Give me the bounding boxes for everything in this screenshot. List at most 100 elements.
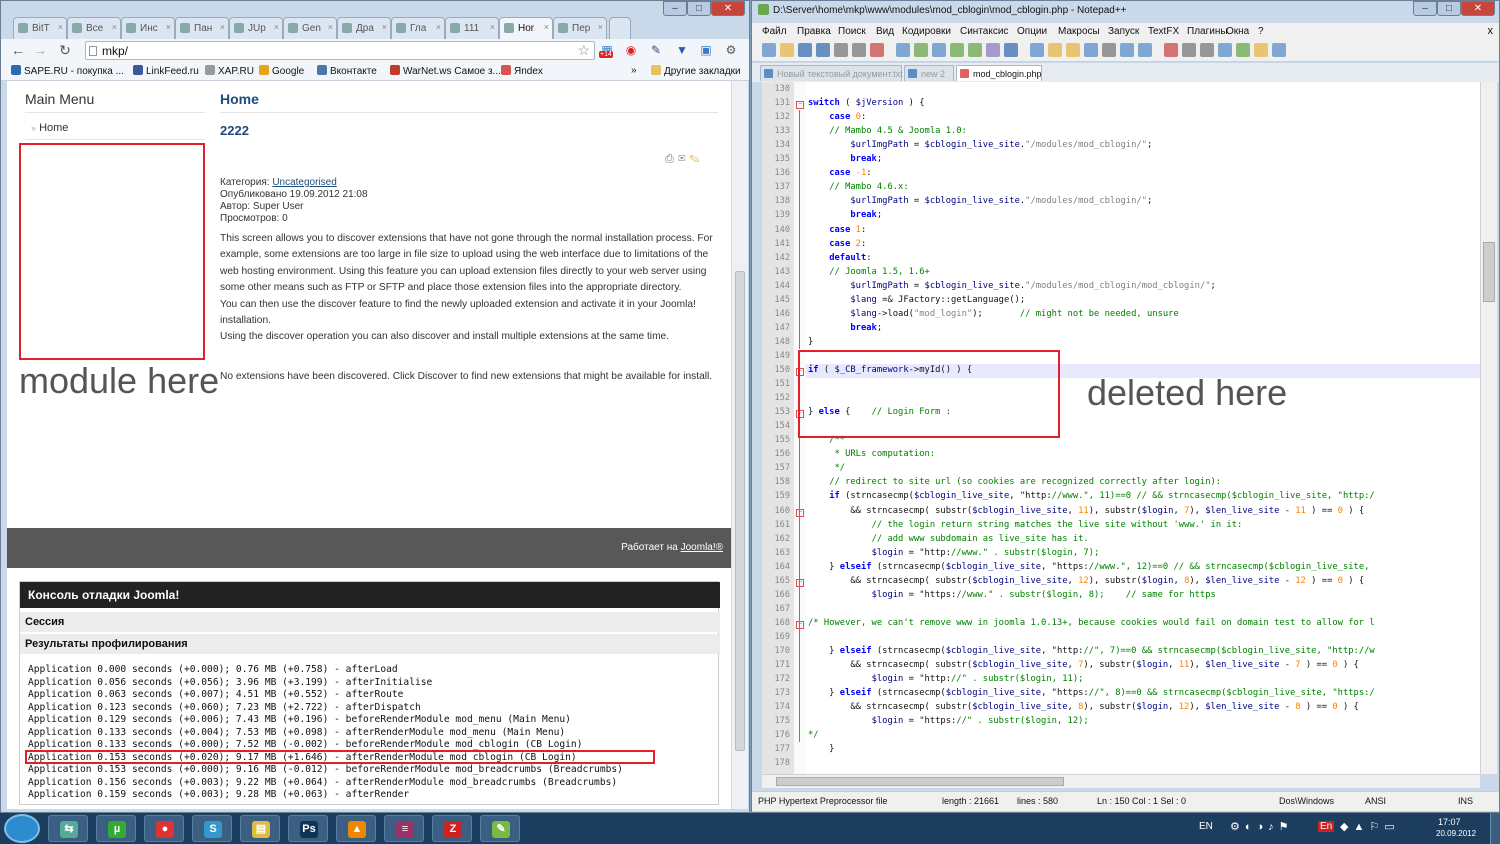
toolbar-button[interactable] bbox=[852, 43, 866, 57]
toolbar-button[interactable] bbox=[1120, 43, 1134, 57]
bookmark-item[interactable]: Вконтакте bbox=[317, 65, 377, 77]
browser-tab[interactable]: 111 × bbox=[445, 17, 499, 39]
clock-date[interactable]: 20.09.2012 bbox=[1436, 829, 1476, 838]
toolbar-button[interactable] bbox=[896, 43, 910, 57]
category-link[interactable]: Uncategorised bbox=[272, 177, 336, 188]
tab-close-icon[interactable]: × bbox=[166, 22, 171, 32]
bookmarks-overflow-icon[interactable]: » bbox=[631, 65, 637, 76]
menu-item[interactable]: Запуск bbox=[1108, 26, 1139, 37]
document-tab[interactable]: new 2 bbox=[904, 65, 954, 81]
menu-item[interactable]: Окна bbox=[1226, 26, 1249, 37]
browser-tab[interactable]: Gen × bbox=[283, 17, 337, 39]
toolbar-button[interactable] bbox=[816, 43, 830, 57]
language-indicator[interactable]: EN bbox=[1199, 821, 1213, 832]
toolbar-button[interactable] bbox=[1218, 43, 1232, 57]
bookmark-item[interactable]: WarNet.ws Самое з... bbox=[390, 65, 501, 77]
menu-item[interactable]: Поиск bbox=[838, 26, 866, 37]
scrollbar-thumb[interactable] bbox=[776, 777, 1064, 786]
debug-session-header[interactable]: Сессия bbox=[20, 612, 720, 632]
tab-close-icon[interactable]: × bbox=[490, 22, 495, 32]
toolbar-button[interactable] bbox=[1272, 43, 1286, 57]
toolbar-button[interactable] bbox=[1084, 43, 1098, 57]
tab-close-icon[interactable]: × bbox=[274, 22, 279, 32]
editor-hscrollbar[interactable] bbox=[762, 774, 1480, 788]
browser-tab[interactable]: Все × bbox=[67, 17, 121, 39]
download-icon[interactable]: ▼ bbox=[674, 42, 690, 58]
explorer-app[interactable]: ▤ bbox=[240, 815, 280, 842]
menu-item[interactable]: Файл bbox=[762, 26, 787, 37]
bookmark-item[interactable]: Google bbox=[259, 65, 304, 77]
toolbar-button[interactable] bbox=[1066, 43, 1080, 57]
start-button[interactable] bbox=[4, 814, 40, 843]
maximize-button[interactable]: □ bbox=[1437, 1, 1461, 16]
browser-tab[interactable]: BitT × bbox=[13, 17, 67, 39]
minimize-button[interactable]: – bbox=[663, 1, 687, 16]
toolbar-button[interactable] bbox=[1236, 43, 1250, 57]
winrar-app[interactable]: ≡ bbox=[384, 815, 424, 842]
utorrent-app[interactable]: µ bbox=[96, 815, 136, 842]
photoshop-app[interactable]: Ps bbox=[288, 815, 328, 842]
toolbar-button[interactable] bbox=[1200, 43, 1214, 57]
fold-marker-icon[interactable]: − bbox=[796, 578, 804, 587]
browser-tab[interactable]: JUp × bbox=[229, 17, 283, 39]
toolbar-button[interactable] bbox=[1182, 43, 1196, 57]
skype-app[interactable]: S bbox=[192, 815, 232, 842]
toolbar-button[interactable] bbox=[780, 43, 794, 57]
reload-button[interactable]: ↻ bbox=[56, 41, 74, 59]
toolbar-button[interactable] bbox=[870, 43, 884, 57]
browser-tab[interactable]: Hor × bbox=[499, 17, 553, 39]
menu-item-home[interactable]: » Home bbox=[31, 122, 68, 134]
scrollbar-thumb[interactable] bbox=[735, 271, 745, 751]
maximize-button[interactable]: □ bbox=[687, 1, 711, 16]
browser-tab[interactable]: Дра × bbox=[337, 17, 391, 39]
tray-icons[interactable]: ⚙◐◑♪⚑ bbox=[1230, 820, 1294, 833]
minimize-button[interactable]: – bbox=[1413, 1, 1437, 16]
clock-time[interactable]: 17:07 bbox=[1438, 817, 1461, 827]
browser-tab[interactable]: Инс × bbox=[121, 17, 175, 39]
bookmark-item[interactable]: Яndex bbox=[501, 65, 543, 77]
menu-item[interactable]: Правка bbox=[797, 26, 831, 37]
page-scrollbar[interactable] bbox=[731, 81, 748, 809]
forward-button[interactable]: → bbox=[31, 41, 49, 59]
joomla-link[interactable]: Joomla!® bbox=[681, 542, 723, 553]
tab-close-icon[interactable]: × bbox=[112, 22, 117, 32]
toolbar-button[interactable] bbox=[1164, 43, 1178, 57]
document-tab[interactable]: mod_cblogin.php bbox=[956, 65, 1042, 81]
toolbar-button[interactable] bbox=[914, 43, 928, 57]
toolbar-button[interactable] bbox=[834, 43, 848, 57]
toolbar-button[interactable] bbox=[762, 43, 776, 57]
browser-tab[interactable]: Гла × bbox=[391, 17, 445, 39]
toolbar-button[interactable] bbox=[1102, 43, 1116, 57]
show-desktop-button[interactable] bbox=[1490, 813, 1500, 844]
notepadpp-app[interactable]: ✎ bbox=[480, 815, 520, 842]
bookmark-item[interactable]: SAPE.RU - покупка ... bbox=[11, 65, 124, 77]
fold-marker-icon[interactable]: − bbox=[796, 101, 804, 110]
toolbar-button[interactable] bbox=[1030, 43, 1044, 57]
chrome-app[interactable]: ● bbox=[144, 815, 184, 842]
article-title[interactable]: 2222 bbox=[220, 123, 249, 138]
fold-marker-icon[interactable]: − bbox=[796, 620, 804, 629]
editor-vscrollbar[interactable] bbox=[1480, 82, 1497, 774]
tab-close-icon[interactable]: × bbox=[220, 22, 225, 32]
menu-item[interactable]: Опции bbox=[1017, 26, 1047, 37]
close-button[interactable]: ✕ bbox=[1461, 1, 1495, 16]
new-tab-button[interactable] bbox=[609, 17, 631, 39]
menu-item[interactable]: TextFX bbox=[1148, 26, 1179, 37]
pen-icon[interactable]: ✎ bbox=[648, 42, 664, 58]
menu-item[interactable]: ? bbox=[1258, 26, 1264, 37]
opera-icon[interactable]: ◉ bbox=[623, 42, 639, 58]
network-app[interactable]: ⇆ bbox=[48, 815, 88, 842]
back-button[interactable]: ← bbox=[9, 41, 27, 59]
toolbar-button[interactable] bbox=[1138, 43, 1152, 57]
menu-item[interactable]: Макросы bbox=[1058, 26, 1100, 37]
document-tab[interactable]: Новый текстовый документ.txt bbox=[760, 65, 903, 81]
toolbar-button[interactable] bbox=[932, 43, 946, 57]
bookmark-item[interactable]: XAP.RU bbox=[205, 65, 254, 77]
toolbar-button[interactable] bbox=[1048, 43, 1062, 57]
address-bar[interactable]: mkp/ ☆ bbox=[85, 41, 595, 60]
email-icon[interactable]: ✉ bbox=[678, 153, 690, 165]
menu-item[interactable]: Вид bbox=[876, 26, 894, 37]
tab-close-icon[interactable]: × bbox=[382, 22, 387, 32]
window-icon[interactable]: ▣ bbox=[698, 42, 714, 58]
wrench-icon[interactable]: ⚙ bbox=[723, 42, 739, 58]
